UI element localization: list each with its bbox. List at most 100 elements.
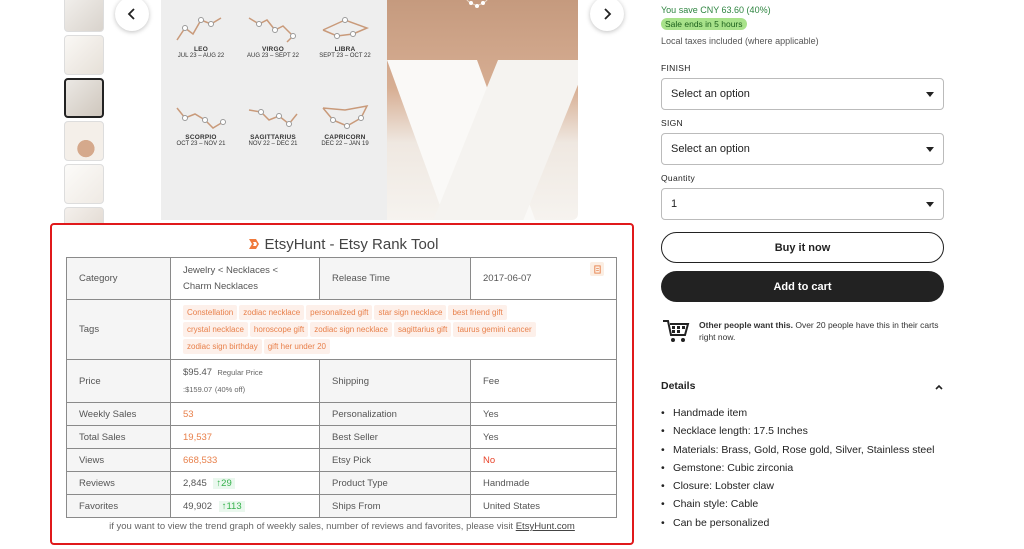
chevron-right-icon xyxy=(604,8,612,20)
thumbnail[interactable] xyxy=(64,164,104,204)
personalization-label: Personalization xyxy=(319,402,471,426)
product-type-label: Product Type xyxy=(319,471,471,495)
table-row: Category Jewelry < Necklaces < Charm Nec… xyxy=(66,257,617,300)
list-item: Gemstone: Cubic zirconia xyxy=(661,459,944,478)
tax-note: Local taxes included (where applicable) xyxy=(661,36,819,46)
constellation-icon xyxy=(248,17,296,43)
sign-name: LIBRA xyxy=(334,46,356,53)
constellation-icon xyxy=(322,17,370,39)
buy-now-button[interactable]: Buy it now xyxy=(661,232,944,263)
sign-select-value: Select an option xyxy=(671,143,750,155)
constellation-icon xyxy=(322,104,369,129)
reviews-delta-value: 29 xyxy=(221,477,232,489)
sign-cell: LIBRA SEPT 23 – OCT 22 xyxy=(309,10,381,59)
thumbnail[interactable] xyxy=(64,35,104,75)
reviews-delta: ↑29 xyxy=(213,477,235,489)
chevron-left-icon xyxy=(127,8,135,20)
tag: taurus gemini cancer xyxy=(453,322,536,337)
sign-cell: SAGITTARIUS NOV 22 – DEC 21 xyxy=(237,98,309,147)
demand-bold: Other people want this. xyxy=(699,320,793,330)
shipping-value: Fee xyxy=(470,359,617,403)
favorites-delta-value: 113 xyxy=(226,500,242,512)
footer-text: if you want to view the trend graph of w… xyxy=(109,521,514,532)
thumbnail[interactable] xyxy=(64,0,104,32)
tags-cell: Constellation zodiac necklace personalized… xyxy=(170,299,617,360)
bookmark-icon[interactable] xyxy=(590,262,604,276)
favorites-cell: 49,902 ↑113 xyxy=(170,494,320,518)
etsy-pick-value: No xyxy=(470,448,617,472)
shopping-cart-icon xyxy=(661,316,691,346)
details-toggle[interactable]: Details xyxy=(661,380,944,392)
table-row: Views 668,533 Etsy Pick No xyxy=(66,448,617,472)
table-row: Total Sales 19,537 Best Seller Yes xyxy=(66,425,617,449)
savings-text: You save CNY 63.60 (40%) xyxy=(661,5,771,15)
details-title: Details xyxy=(661,380,696,392)
ships-from-label: Ships From xyxy=(319,494,471,518)
etsy-pick-label: Etsy Pick xyxy=(319,448,471,472)
sign-date: OCT 23 – NOV 21 xyxy=(176,141,226,147)
etsyhunt-footer: if you want to view the trend graph of w… xyxy=(52,521,632,532)
finish-select-value: Select an option xyxy=(671,88,750,100)
list-item: Materials: Brass, Gold, Rose gold, Silve… xyxy=(661,441,944,460)
demand-text: Other people want this. Over 20 people h… xyxy=(699,319,944,346)
regular-price-label: Regular Price xyxy=(217,368,263,377)
category-value: Jewelry < Necklaces < Charm Necklaces xyxy=(170,257,320,300)
sale-badge: Sale ends in 5 hours xyxy=(661,18,747,30)
sign-cell: SCORPIO OCT 23 – NOV 21 xyxy=(165,98,237,147)
sign-date: JUL 23 – AUG 22 xyxy=(177,53,225,59)
product-type-value: Handmade xyxy=(470,471,617,495)
model-photo xyxy=(387,0,578,220)
tag: personalized gift xyxy=(306,305,373,320)
sign-date: SEPT 23 – OCT 22 xyxy=(319,53,371,59)
constellation-icon xyxy=(176,17,222,41)
views-value: 668,533 xyxy=(170,448,320,472)
previous-image-button[interactable] xyxy=(115,0,149,31)
tag: star sign necklace xyxy=(374,305,447,320)
reviews-label: Reviews xyxy=(66,471,171,495)
total-sales-value: 19,537 xyxy=(170,425,320,449)
sign-label: SIGN xyxy=(661,118,683,128)
best-seller-value: Yes xyxy=(470,425,617,449)
sign-cell: LEO JUL 23 – AUG 22 xyxy=(165,10,237,59)
list-item: Chain style: Cable xyxy=(661,495,944,514)
favorites-delta: ↑113 xyxy=(218,500,245,512)
views-label: Views xyxy=(66,448,171,472)
sign-name: VIRGO xyxy=(262,46,284,53)
price-cell: $95.47 Regular Price :$159.07 (40% off) xyxy=(170,359,320,403)
etsy-rank-table: Category Jewelry < Necklaces < Charm Nec… xyxy=(66,257,617,518)
tag: gift her under 20 xyxy=(263,339,330,354)
etsyhunt-link[interactable]: EtsyHunt.com xyxy=(516,521,575,532)
table-row: Tags Constellation zodiac necklace persona… xyxy=(66,299,617,360)
add-to-cart-button[interactable]: Add to cart xyxy=(661,271,944,302)
thumbnail[interactable] xyxy=(64,78,104,118)
price-value: $95.47 xyxy=(183,367,213,378)
sign-cell: CAPRICORN DEC 22 – JAN 19 xyxy=(309,98,381,147)
caret-down-icon xyxy=(926,146,934,152)
best-seller-label: Best Seller xyxy=(319,425,471,449)
sign-name: LEO xyxy=(194,46,208,53)
sign-date: DEC 22 – JAN 19 xyxy=(321,141,369,147)
chevron-up-icon xyxy=(934,380,944,392)
sign-cell: VIRGO AUG 23 – SEPT 22 xyxy=(237,10,309,59)
weekly-sales-label: Weekly Sales xyxy=(66,402,171,426)
thumbnail[interactable] xyxy=(64,121,104,161)
tag: best friend gift xyxy=(448,305,507,320)
tag: zodiac sign necklace xyxy=(310,322,393,337)
next-image-button[interactable] xyxy=(590,0,624,31)
reviews-cell: 2,845 ↑29 xyxy=(170,471,320,495)
price-label: Price xyxy=(66,359,171,403)
sign-name: SCORPIO xyxy=(185,134,217,141)
quantity-select[interactable]: 1 xyxy=(661,188,944,220)
finish-label: FINISH xyxy=(661,63,691,73)
table-row: Reviews 2,845 ↑29 Product Type Handmade xyxy=(66,471,617,495)
personalization-value: Yes xyxy=(470,402,617,426)
release-time-cell: 2017-06-07 xyxy=(470,257,617,300)
sign-select[interactable]: Select an option xyxy=(661,133,944,165)
ships-from-value: United States xyxy=(470,494,617,518)
etsyhunt-logo-icon xyxy=(246,236,262,252)
list-item: Handmade item xyxy=(661,404,944,423)
sign-name: SAGITTARIUS xyxy=(250,134,296,141)
finish-select[interactable]: Select an option xyxy=(661,78,944,110)
tag: zodiac sign birthday xyxy=(183,339,262,354)
quantity-label: Quantity xyxy=(661,173,696,183)
